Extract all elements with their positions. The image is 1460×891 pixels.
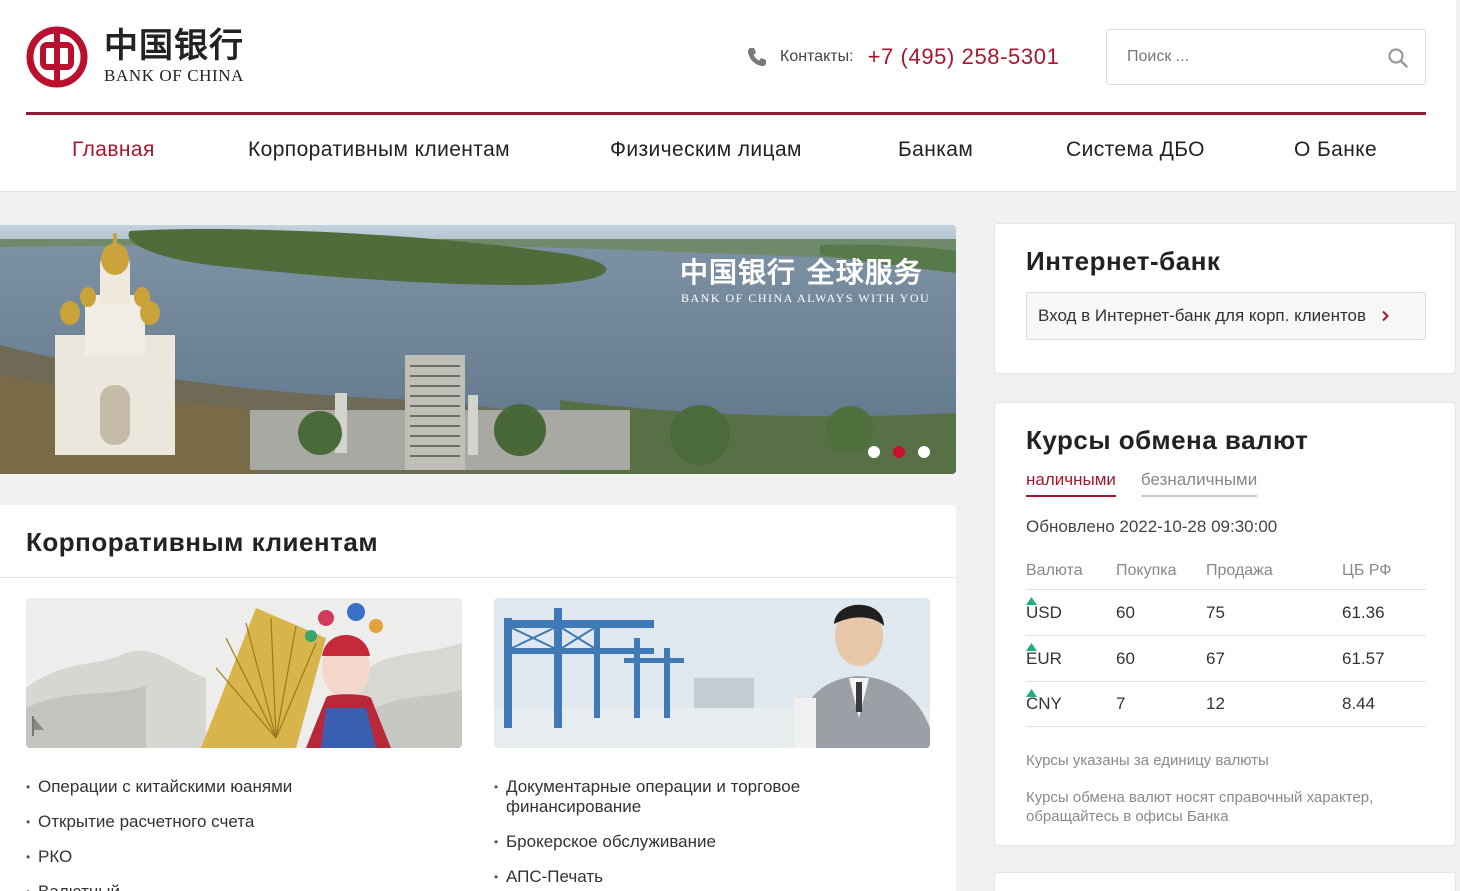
chinese-opera-image[interactable] <box>26 598 462 748</box>
nav-item-dbo-system[interactable]: Система ДБО <box>1066 138 1205 162</box>
internet-bank-title: Интернет-банк <box>1026 246 1221 276</box>
list-item[interactable]: Открытие расчетного счета <box>26 812 292 832</box>
carousel-dot-3[interactable] <box>918 446 930 458</box>
main-nav: Главная Корпоративным клиентам Физически… <box>26 118 1426 184</box>
search-box <box>1106 29 1426 85</box>
carousel-dots <box>868 446 930 458</box>
corporate-section-title: Корпоративным клиентам <box>26 527 379 557</box>
site-header: 中国银行 BANK OF CHINA Контакты: +7 (495) 25… <box>0 0 1456 192</box>
bank-of-china-logo-icon <box>26 26 88 88</box>
banner-slogan-en: BANK OF CHINA ALWAYS WITH YOU <box>681 291 931 305</box>
contacts-phone-link[interactable]: +7 (495) 258-5301 <box>868 44 1060 70</box>
list-item[interactable]: Валютный... <box>26 882 292 891</box>
cbr-rate: 61.57 <box>1342 648 1385 668</box>
tab-cash[interactable]: наличными <box>1026 470 1116 497</box>
carousel-dot-2[interactable] <box>893 446 905 458</box>
internet-bank-card: Интернет-банк Вход в Интернет-банк для к… <box>994 223 1456 374</box>
internet-bank-login-button[interactable]: Вход в Интернет-банк для корп. клиентов <box>1026 292 1426 340</box>
next-sidebar-card <box>994 872 1456 891</box>
buy-rate: 7 <box>1116 694 1126 713</box>
exchange-rates-title: Курсы обмена валют <box>1026 425 1309 455</box>
carousel-dot-1[interactable] <box>868 446 880 458</box>
column-header: Продажа <box>1206 562 1273 579</box>
list-item[interactable]: Брокерское обслуживание <box>494 832 874 852</box>
rates-tabs: наличными безналичными <box>1026 470 1282 497</box>
chevron-right-icon <box>1382 310 1389 322</box>
sell-rate: 12 <box>1206 694 1225 713</box>
bank-logo[interactable]: 中国银行 BANK OF CHINA <box>26 26 244 88</box>
logo-text: 中国银行 BANK OF CHINA <box>104 28 244 86</box>
buy-rate: 60 <box>1116 648 1135 668</box>
tab-non-cash[interactable]: безналичными <box>1140 470 1258 497</box>
table-row: USD 60 75 61.36 <box>1026 589 1426 635</box>
nav-item-banks[interactable]: Банкам <box>898 138 973 162</box>
list-item[interactable]: РКО <box>26 847 292 867</box>
column-header: ЦБ РФ <box>1342 562 1392 579</box>
table-header: Валюта Покупка Продажа ЦБ РФ <box>1026 553 1426 589</box>
phone-icon <box>748 48 766 66</box>
nav-item-home[interactable]: Главная <box>72 138 155 162</box>
corporate-services-list-left: Операции с китайскими юанями Открытие ра… <box>26 777 292 891</box>
cbr-rate: 61.36 <box>1342 602 1385 622</box>
list-item[interactable]: Операции с китайскими юанями <box>26 777 292 797</box>
cbr-rate: 8.44 <box>1342 694 1376 713</box>
contacts-label: Контакты: <box>780 48 854 65</box>
buy-rate: 60 <box>1116 602 1135 622</box>
column-header: Покупка <box>1116 562 1177 579</box>
currency-code: EUR <box>1026 648 1062 668</box>
business-illustration <box>494 598 930 748</box>
hero-banner[interactable]: 中国银行 全球服务 BANK OF CHINA ALWAYS WITH YOU <box>0 225 956 474</box>
table-row: EUR 60 67 61.57 <box>1026 635 1426 681</box>
header-divider <box>26 112 1426 115</box>
sell-rate: 75 <box>1206 602 1225 622</box>
nav-item-corporate[interactable]: Корпоративным клиентам <box>248 138 510 162</box>
rates-updated-timestamp: Обновлено 2022-10-28 09:30:00 <box>1026 517 1278 536</box>
sell-rate: 67 <box>1206 648 1225 668</box>
currency-code: CNY <box>1026 694 1062 713</box>
corporate-clients-panel: Корпоративным клиентам • Операции с кита… <box>0 505 956 891</box>
nav-item-individuals[interactable]: Физическим лицам <box>610 138 802 162</box>
corporate-services-list-right: Документарные операции и торговое финанс… <box>494 777 874 891</box>
currency-code: USD <box>1026 602 1062 622</box>
section-divider <box>0 577 956 578</box>
rates-unit-note: Курсы указаны за единицу валюты <box>1026 752 1269 769</box>
banner-slogan-cn: 中国银行 全球服务 <box>680 256 923 289</box>
search-icon[interactable] <box>1387 47 1409 69</box>
exchange-rates-card: Курсы обмена валют наличными безналичным… <box>994 402 1456 846</box>
logo-english-name: BANK OF CHINA <box>104 66 245 85</box>
list-item[interactable]: АПС-Печать <box>494 867 874 887</box>
table-row: CNY 7 12 8.44 <box>1026 681 1426 727</box>
logo-chinese-name: 中国银行 <box>104 26 244 66</box>
nav-item-about[interactable]: О Банке <box>1294 138 1377 162</box>
login-button-label: Вход в Интернет-банк для корп. клиентов <box>1038 306 1367 325</box>
business-man-image[interactable] <box>494 598 930 748</box>
opera-illustration <box>26 598 462 748</box>
search-input[interactable] <box>1107 30 1367 84</box>
rates-disclaimer: Курсы обмена валют носят справочный хара… <box>1026 789 1374 825</box>
rates-table: Валюта Покупка Продажа ЦБ РФ USD 60 75 6… <box>1026 553 1426 727</box>
contacts: Контакты: +7 (495) 258-5301 <box>746 40 1059 74</box>
list-item[interactable]: Документарные операции и торговое финанс… <box>494 777 874 817</box>
column-header: Валюта <box>1026 562 1083 579</box>
